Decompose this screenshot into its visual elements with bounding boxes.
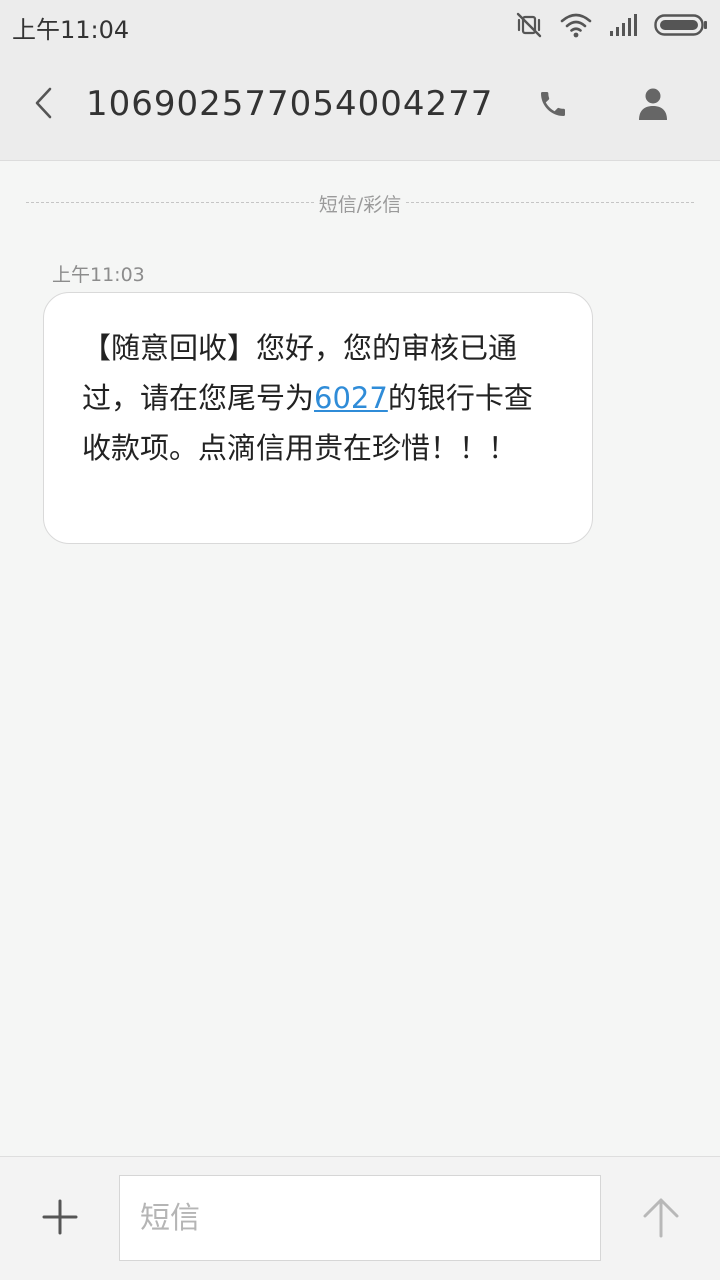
card-number-link[interactable]: 6027 [314, 381, 388, 415]
add-attachment-button[interactable] [36, 1195, 84, 1243]
phone-icon [537, 88, 569, 124]
message-input[interactable] [119, 1175, 601, 1261]
arrow-up-icon [641, 1196, 681, 1242]
message-type-divider: 短信/彩信 [26, 188, 694, 218]
person-icon [638, 87, 668, 125]
status-time: 上午11:04 [12, 16, 130, 44]
message-type-label: 短信/彩信 [314, 190, 406, 217]
plus-icon [42, 1199, 78, 1239]
contact-button[interactable] [628, 84, 678, 128]
wifi-icon [560, 12, 592, 38]
send-button[interactable] [636, 1193, 686, 1245]
message-bubble[interactable]: 【随意回收】您好，您的审核已通过，请在您尾号为6027的银行卡查收款项。点滴信用… [43, 292, 593, 544]
conversation-header: 106902577054004277 [0, 50, 720, 161]
message-text: 【随意回收】您好，您的审核已通过，请在您尾号为6027的银行卡查收款项。点滴信用… [82, 323, 542, 473]
back-button[interactable] [24, 80, 64, 130]
battery-icon [654, 13, 708, 37]
status-bar: 上午11:04 [0, 0, 720, 50]
status-icons [514, 10, 708, 40]
sms-conversation-screen: 上午11:04 106902577054004277 短信/彩信 上午11:03… [0, 0, 720, 1280]
call-button[interactable] [528, 86, 578, 126]
composer-bar [0, 1156, 720, 1280]
signal-icon [608, 13, 638, 37]
chevron-left-icon [32, 85, 56, 125]
vibrate-off-icon [514, 11, 544, 39]
message-timestamp: 上午11:03 [52, 264, 145, 286]
sender-number: 106902577054004277 [86, 84, 494, 124]
